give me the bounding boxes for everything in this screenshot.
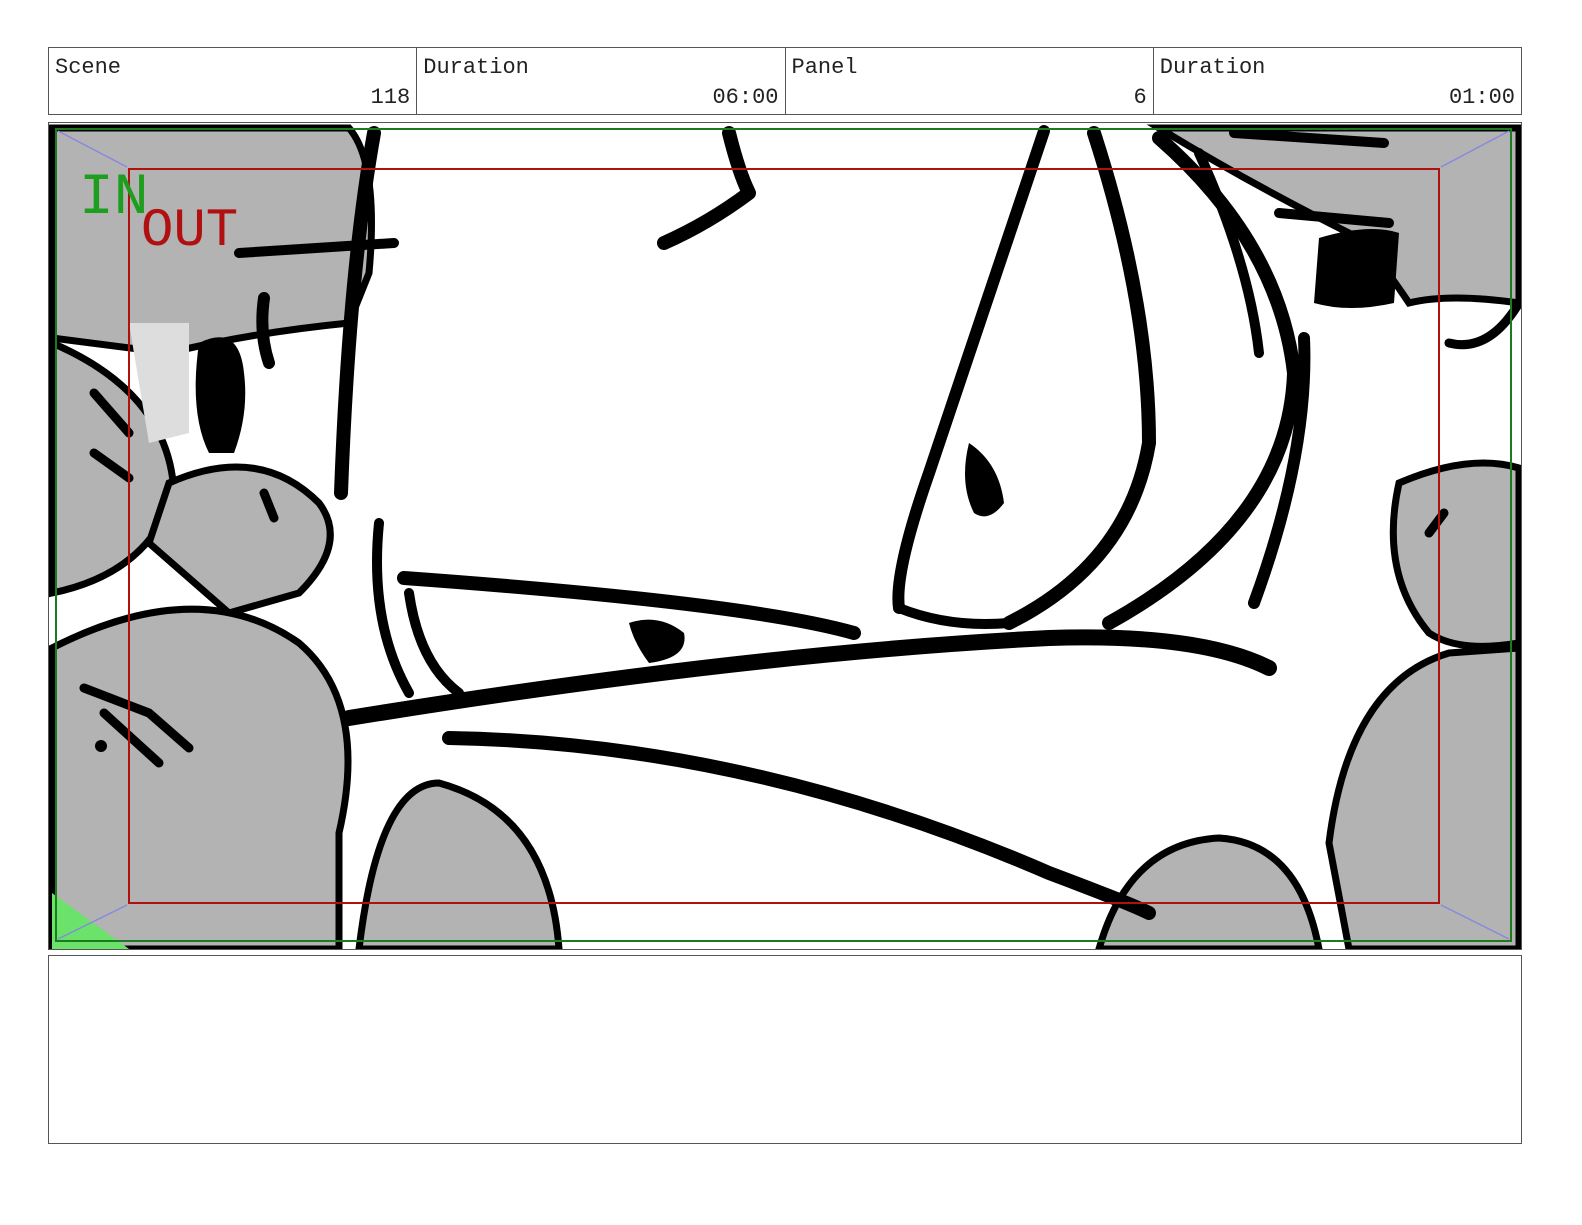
scene-number: 118 [370, 85, 411, 110]
panel-notes-box[interactable] [48, 955, 1522, 1144]
scene-label: Scene [55, 55, 122, 80]
out-label: OUT [141, 201, 238, 262]
in-label: IN [79, 166, 149, 231]
panel-number: 6 [1133, 85, 1147, 110]
panel-duration-cell: Duration 01:00 [1154, 48, 1521, 114]
storyboard-panel[interactable]: IN OUT [48, 122, 1522, 950]
scene-duration-cell: Duration 06:00 [417, 48, 786, 114]
panel-drawing: IN OUT [49, 124, 1521, 949]
panel-info-header: Scene 118 Duration 06:00 Panel 6 Duratio… [48, 47, 1522, 115]
scene-duration-label: Duration [423, 55, 529, 80]
panel-label: Panel [791, 55, 858, 80]
panel-duration-value: 01:00 [1448, 85, 1515, 110]
panel-duration-label: Duration [1159, 55, 1266, 80]
scene-duration-value: 06:00 [712, 85, 779, 110]
scene-cell: Scene 118 [49, 48, 418, 114]
panel-cell: Panel 6 [786, 48, 1154, 114]
